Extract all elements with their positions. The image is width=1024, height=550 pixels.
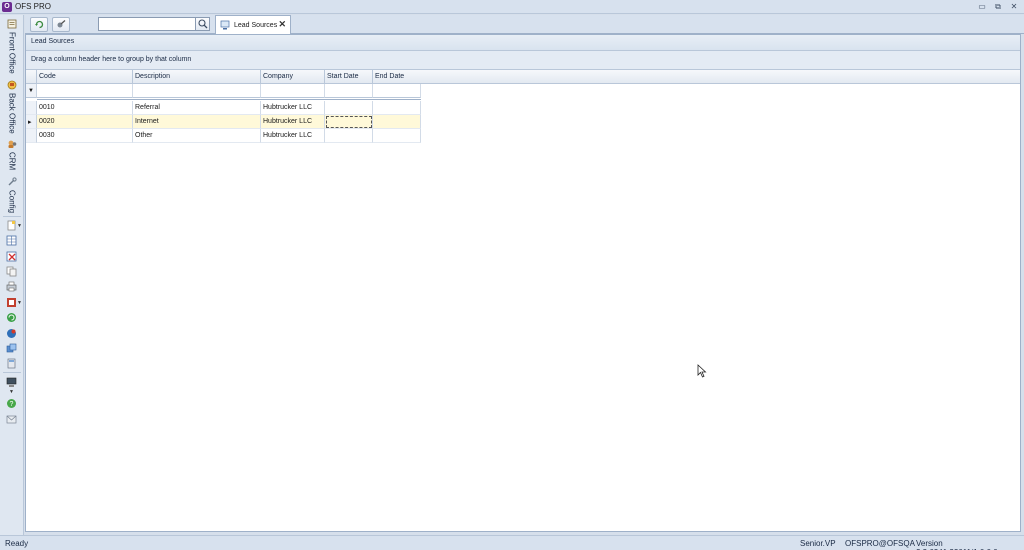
title-bar: O OFS PRO ▭ ⧉ ✕: [0, 0, 1024, 14]
nav-back-office-label: Back Office: [7, 93, 17, 134]
current-row-indicator[interactable]: ▸: [26, 115, 37, 129]
report-dropdown-icon[interactable]: ▼: [17, 300, 22, 306]
globe-icon[interactable]: [6, 328, 17, 339]
app-title: OFS PRO: [15, 2, 52, 11]
filter-cell-end-date[interactable]: [373, 84, 421, 98]
filter-cell-company[interactable]: [261, 84, 325, 98]
tools-button[interactable]: [52, 17, 70, 32]
monitor-icon[interactable]: [6, 377, 17, 388]
cell-start-date[interactable]: [325, 115, 373, 129]
status-connection: OFSPRO@OFSQA: [845, 539, 915, 548]
column-header-start-date[interactable]: Start Date: [325, 70, 373, 84]
tools-icon: [57, 20, 65, 28]
cell-description[interactable]: Other: [133, 129, 261, 143]
refresh-button[interactable]: [30, 17, 48, 32]
table-row[interactable]: 0030 Other Hubtrucker LLC: [26, 129, 1020, 143]
filter-cell-description[interactable]: [133, 84, 261, 98]
left-nav: Front Office Back Office CRM Config ▼ ▼ …: [0, 15, 24, 535]
monitor-dropdown-icon[interactable]: ▼: [9, 389, 14, 395]
cell-code[interactable]: 0030: [37, 129, 133, 143]
cell-end-date[interactable]: [373, 101, 421, 115]
filter-cell-code[interactable]: [37, 84, 133, 98]
column-header-end-date[interactable]: End Date: [373, 70, 421, 84]
row-indicator[interactable]: [26, 129, 37, 143]
refresh-circle-icon[interactable]: [6, 312, 17, 323]
panel-title: Lead Sources: [26, 35, 1020, 51]
cell-start-date[interactable]: [325, 101, 373, 115]
lead-sources-panel: Lead Sources Drag a column header here t…: [25, 34, 1021, 532]
nav-separator: [3, 372, 21, 373]
lead-sources-grid: Code Description Company Start Date End …: [26, 70, 1020, 143]
toolbar: Lead Sources ✕: [25, 15, 1024, 34]
cell-end-date[interactable]: [373, 115, 421, 129]
lead-sources-tab-icon: [220, 20, 230, 30]
calculator-icon[interactable]: [6, 358, 17, 369]
nav-front-office[interactable]: Front Office: [3, 19, 21, 74]
cell-code[interactable]: 0010: [37, 101, 133, 115]
mouse-cursor-icon: [697, 364, 707, 378]
cell-start-date[interactable]: [325, 129, 373, 143]
row-indicator[interactable]: [26, 101, 37, 115]
column-header-code[interactable]: Code: [37, 70, 133, 84]
table-row[interactable]: 0010 Referral Hubtrucker LLC: [26, 101, 1020, 115]
filter-icon[interactable]: ▼: [26, 84, 37, 98]
cell-company[interactable]: Hubtrucker LLC: [261, 129, 325, 143]
status-version: Version 2.3.6241.22611/1.0.0.0: [916, 539, 998, 550]
cell-description[interactable]: Referral: [133, 101, 261, 115]
group-by-panel[interactable]: Drag a column header here to group by th…: [26, 51, 1020, 70]
status-text: Ready: [5, 539, 29, 548]
column-header-company[interactable]: Company: [261, 70, 325, 84]
windows-icon[interactable]: [6, 343, 17, 354]
header-filler: [420, 70, 1020, 84]
header-indicator-cell: [26, 70, 37, 84]
nav-back-office[interactable]: Back Office: [3, 80, 21, 134]
nav-config-label: Config: [7, 190, 17, 214]
nav-front-office-label: Front Office: [7, 32, 17, 74]
nav-separator: [3, 216, 21, 217]
delete-grid-icon[interactable]: [6, 251, 17, 262]
grid-header-row: Code Description Company Start Date End …: [26, 70, 1020, 84]
refresh-icon: [34, 20, 43, 29]
close-tab-icon[interactable]: ✕: [278, 19, 286, 30]
copy-icon[interactable]: [6, 266, 17, 277]
search-icon: [197, 19, 207, 29]
close-window-button[interactable]: ✕: [1008, 1, 1020, 12]
app-logo-icon: O: [2, 1, 12, 12]
nav-crm-label: CRM: [7, 152, 17, 171]
cell-company[interactable]: Hubtrucker LLC: [261, 115, 325, 129]
status-user: Senior.VP: [800, 539, 836, 548]
new-document-icon[interactable]: [6, 220, 17, 231]
help-icon[interactable]: ?: [6, 398, 17, 409]
cell-description[interactable]: Internet: [133, 115, 261, 129]
report-icon[interactable]: [6, 297, 17, 308]
cell-end-date[interactable]: [373, 129, 421, 143]
wrench-icon: [8, 177, 17, 186]
filter-row: ▼: [26, 84, 1020, 98]
svg-text:?: ?: [10, 401, 14, 408]
mail-icon[interactable]: [6, 414, 17, 425]
print-icon[interactable]: [6, 281, 17, 292]
table-row[interactable]: ▸ 0020 Internet Hubtrucker LLC: [26, 115, 1020, 129]
status-bar: Ready Senior.VP OFSPRO@OFSQA Version 2.3…: [0, 535, 1024, 550]
back-office-icon: [7, 80, 17, 90]
tab-lead-sources[interactable]: Lead Sources ✕: [215, 15, 291, 34]
search-button[interactable]: [195, 17, 210, 31]
tab-lead-sources-label: Lead Sources: [234, 21, 278, 29]
crm-icon: [8, 140, 17, 148]
restore-button[interactable]: ⧉: [992, 1, 1004, 12]
window-controls: ▭ ⧉ ✕: [976, 1, 1020, 12]
column-header-description[interactable]: Description: [133, 70, 261, 84]
new-document-dropdown-icon[interactable]: ▼: [17, 223, 22, 229]
filter-cell-start-date[interactable]: [325, 84, 373, 98]
cell-company[interactable]: Hubtrucker LLC: [261, 101, 325, 115]
grid-view-icon[interactable]: [6, 235, 17, 246]
nav-crm[interactable]: CRM: [3, 139, 21, 170]
search-input[interactable]: [98, 17, 196, 31]
front-office-icon: [7, 19, 17, 29]
cell-code[interactable]: 0020: [37, 115, 133, 129]
nav-config[interactable]: Config: [3, 177, 21, 213]
minimize-button[interactable]: ▭: [976, 1, 988, 12]
